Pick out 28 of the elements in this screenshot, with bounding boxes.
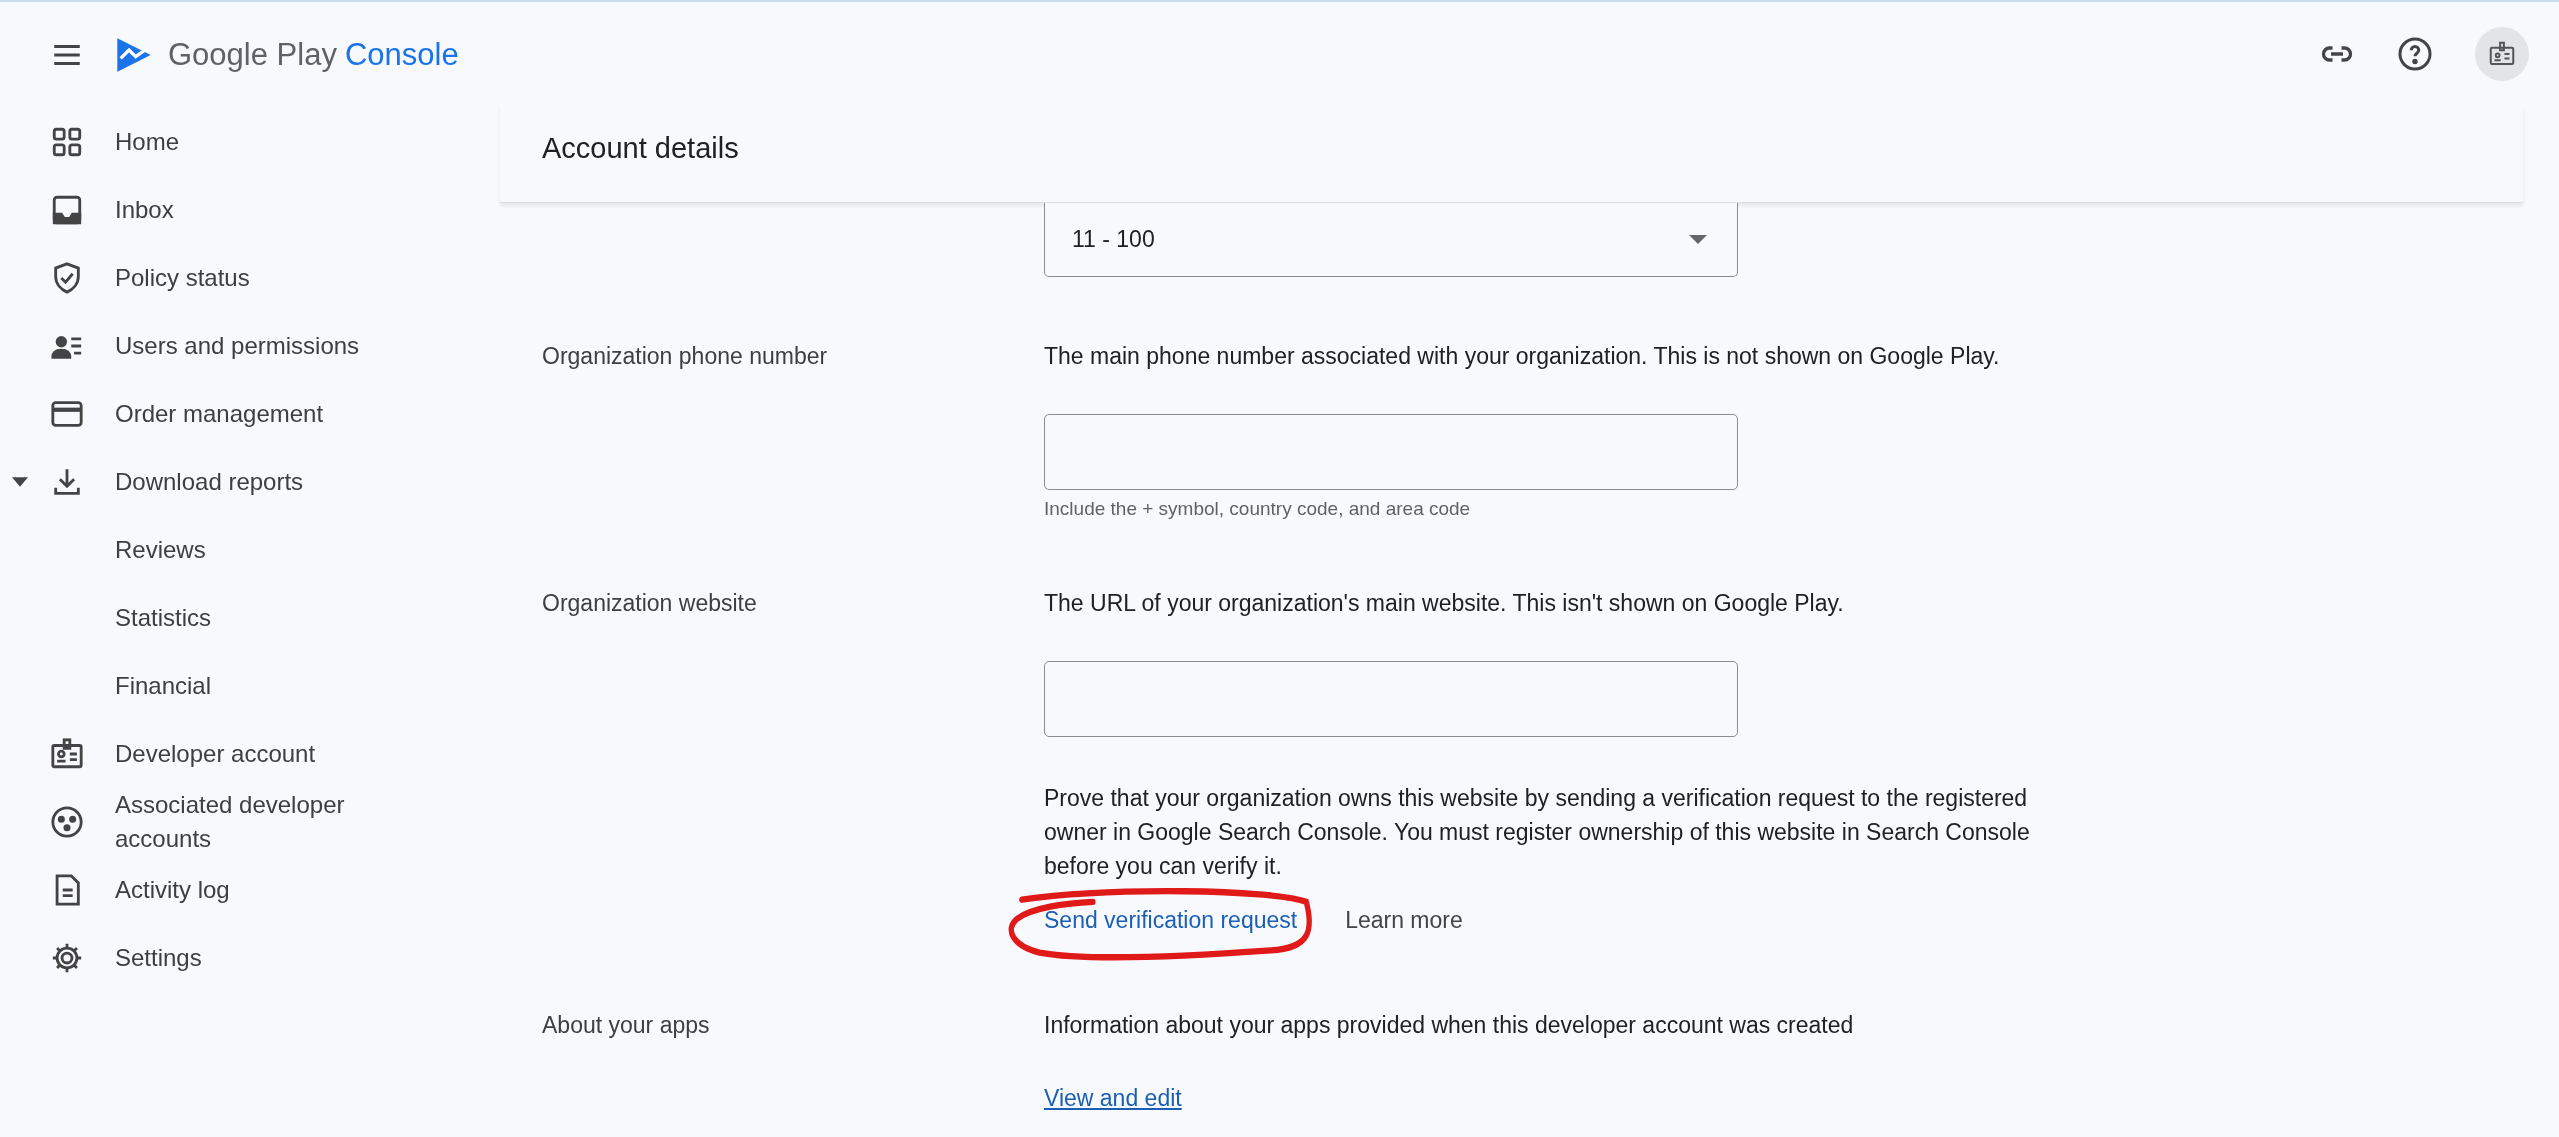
page-title: Account details <box>542 132 739 165</box>
learn-more-link[interactable]: Learn more <box>1345 907 1463 934</box>
sidebar-item[interactable]: Policy status <box>0 244 500 312</box>
brand-name: Google Play <box>168 37 337 73</box>
sidebar-subitem[interactable]: Statistics <box>0 584 500 652</box>
field-description: The URL of your organization's main website. This isn't shown on Google Play. <box>1044 589 1844 618</box>
sidebar-item[interactable]: Order management <box>0 380 500 448</box>
field-hint: Include the + symbol, country code, and area code <box>1044 498 1471 520</box>
product-name: Console <box>344 37 459 73</box>
sidebar-item[interactable]: Associated developer accounts <box>0 788 500 856</box>
sidebar-item[interactable]: Inbox <box>0 176 500 244</box>
sidebar-item[interactable]: Users and permissions <box>0 312 500 380</box>
sidebar-subitem[interactable]: Reviews <box>0 516 500 584</box>
sidebar-item[interactable]: Home <box>0 108 500 176</box>
sidebar-subitem[interactable]: Financial <box>0 652 500 720</box>
sidebar-item[interactable]: Settings <box>0 924 500 992</box>
organization-size-dropdown[interactable]: 11 - 100 <box>1044 203 1738 277</box>
field-label: About your apps <box>542 1012 710 1038</box>
view-and-edit-link[interactable]: View and edit <box>1044 1085 1182 1112</box>
verification-note: Prove that your organization owns this website by sending a verification request to the registered owner in Google Search Console. You must register ownership of this website in Search Console before you can verify it. <box>1044 784 2031 881</box>
field-label: Organization website <box>542 590 757 616</box>
field-label: Organization phone number <box>542 343 828 369</box>
sidebar-item[interactable]: Activity log <box>0 856 500 924</box>
send-verification-link[interactable]: Send verification request <box>1044 907 1298 933</box>
field-description: The main phone number associated with your organization. This is not shown on Google Play. <box>1044 342 2000 371</box>
field-description: Information about your apps provided when this developer account was created <box>1044 1011 1854 1040</box>
sidebar-item[interactable]: Developer account <box>0 720 500 788</box>
sidebar-item[interactable]: Download reports <box>0 448 500 516</box>
